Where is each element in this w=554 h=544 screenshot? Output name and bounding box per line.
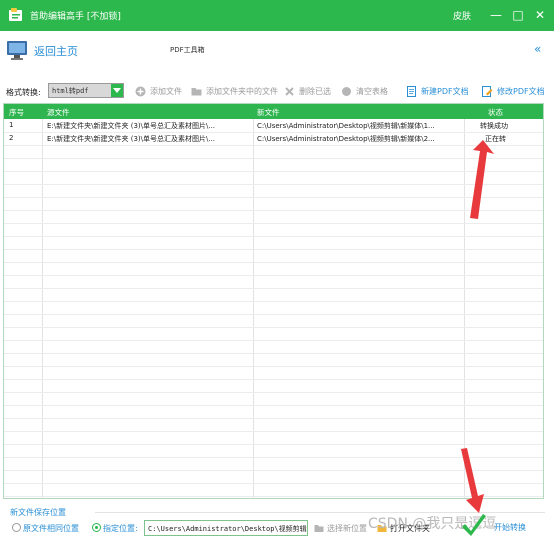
circle-icon: [342, 86, 351, 96]
row-gridline: [4, 210, 543, 211]
row-gridline: [4, 184, 543, 185]
column-header-index: 序号: [9, 108, 24, 117]
clear-table-button[interactable]: 清空表格: [341, 84, 388, 98]
column-header-status: 状态: [488, 108, 503, 117]
row-gridline: [4, 275, 543, 276]
file-table: 序号 源文件 新文件 状态 1 E:\新建文件夹\新建文件夹 (3)\单号总汇及…: [3, 103, 544, 499]
add-folder-files-button[interactable]: 添加文件夹中的文件: [191, 84, 278, 98]
table-header: 序号 源文件 新文件 状态: [4, 104, 543, 119]
toolbar: 格式转换: html转pdf 添加文件 添加文件夹中的文件 删除已选 清空表格 …: [0, 80, 554, 102]
watermark: CSDN @我只是逗逗: [368, 516, 497, 532]
close-button[interactable]: ✕: [532, 6, 548, 24]
row-gridline: [4, 470, 543, 471]
delete-selected-button[interactable]: 删除已选: [284, 84, 331, 98]
row-gridline: [4, 444, 543, 445]
new-pdf-button[interactable]: 新建PDF文档: [406, 84, 469, 98]
row-gridline: [4, 301, 543, 302]
clear-table-label: 清空表格: [356, 86, 388, 96]
column-header-target: 新文件: [257, 108, 280, 117]
edit-document-icon: [482, 85, 493, 97]
delete-selected-label: 删除已选: [299, 86, 331, 96]
tool-title: PDF工具箱: [170, 46, 205, 54]
add-file-button[interactable]: 添加文件: [135, 84, 182, 98]
column-divider: [464, 119, 465, 498]
folder-icon: [314, 525, 324, 532]
header: 返回主页 PDF工具箱 «: [0, 31, 554, 79]
format-select[interactable]: html转pdf: [48, 83, 124, 98]
row-source: E:\新建文件夹\新建文件夹 (3)\单号总汇及素材图片\...: [47, 135, 216, 143]
table-row[interactable]: 1 E:\新建文件夹\新建文件夹 (3)\单号总汇及素材图片\... C:\Us…: [4, 119, 543, 132]
row-gridline: [4, 392, 543, 393]
row-gridline: [4, 327, 543, 328]
row-gridline: [4, 197, 543, 198]
add-folder-files-label: 添加文件夹中的文件: [206, 86, 278, 96]
add-file-label: 添加文件: [150, 86, 182, 96]
row-gridline: [4, 340, 543, 341]
format-select-value: html转pdf: [52, 87, 89, 95]
window-title: 首助编辑高手 [不加锁]: [30, 12, 121, 22]
row-gridline: [4, 171, 543, 172]
maximize-button[interactable]: □: [510, 6, 526, 24]
row-gridline: [4, 314, 543, 315]
row-index: 1: [9, 121, 14, 129]
row-source: E:\新建文件夹\新建文件夹 (3)\单号总汇及素材图片\...: [47, 122, 216, 130]
row-gridline: [4, 405, 543, 406]
x-mark-icon: [285, 86, 294, 96]
row-index: 2: [9, 134, 14, 142]
start-convert-label: 开始转换: [494, 523, 526, 532]
skin-button[interactable]: 皮肤: [453, 9, 471, 22]
choose-location-button[interactable]: 选择新位置: [314, 522, 367, 534]
row-gridline: [4, 457, 543, 458]
folder-icon: [191, 87, 202, 95]
row-gridline: [4, 483, 543, 484]
same-location-radio[interactable]: [12, 523, 21, 532]
table-row[interactable]: 2 E:\新建文件夹\新建文件夹 (3)\单号总汇及素材图片\... C:\Us…: [4, 132, 543, 145]
row-status: 正在转: [485, 135, 506, 143]
row-gridline: [4, 418, 543, 419]
same-location-label[interactable]: 原文件相同位置: [23, 523, 79, 534]
app-logo-icon: [9, 8, 22, 21]
column-divider: [42, 119, 43, 498]
row-gridline: [4, 145, 543, 146]
choose-location-label: 选择新位置: [327, 523, 367, 533]
save-path-input[interactable]: C:\Users\Administrator\Desktop\视频剪辑\新: [144, 520, 308, 536]
save-location-title: 新文件保存位置: [10, 508, 66, 517]
custom-location-label[interactable]: 指定位置:: [103, 523, 138, 534]
monitor-icon: [7, 41, 27, 60]
new-pdf-label: 新建PDF文档: [421, 86, 469, 96]
row-gridline: [4, 236, 543, 237]
column-divider: [253, 119, 254, 498]
document-icon: [407, 85, 416, 97]
row-target: C:\Users\Administrator\Desktop\视频剪辑\新媒体\…: [257, 135, 435, 143]
format-label: 格式转换:: [6, 88, 41, 97]
custom-location-radio[interactable]: [92, 523, 101, 532]
row-gridline: [4, 366, 543, 367]
row-gridline: [4, 132, 543, 133]
back-home-link[interactable]: 返回主页: [34, 43, 78, 59]
minimize-button[interactable]: —: [488, 6, 504, 24]
plus-circle-icon: [135, 86, 146, 96]
row-target: C:\Users\Administrator\Desktop\视频剪辑\新媒体\…: [257, 122, 435, 130]
row-gridline: [4, 496, 543, 497]
row-gridline: [4, 431, 543, 432]
edit-pdf-button[interactable]: 修改PDF文档: [482, 84, 545, 98]
edit-pdf-label: 修改PDF文档: [497, 86, 545, 96]
row-gridline: [4, 223, 543, 224]
collapse-icon[interactable]: «: [534, 42, 541, 56]
row-gridline: [4, 262, 543, 263]
chevron-down-icon[interactable]: [111, 84, 123, 97]
column-header-source: 源文件: [47, 108, 70, 117]
row-gridline: [4, 379, 543, 380]
row-gridline: [4, 158, 543, 159]
row-gridline: [4, 288, 543, 289]
row-gridline: [4, 353, 543, 354]
start-convert-button[interactable]: 开始转换: [490, 518, 540, 536]
row-gridline: [4, 249, 543, 250]
title-bar: 首助编辑高手 [不加锁] 皮肤 — □ ✕: [0, 0, 554, 31]
row-status: 转换成功: [480, 122, 508, 130]
